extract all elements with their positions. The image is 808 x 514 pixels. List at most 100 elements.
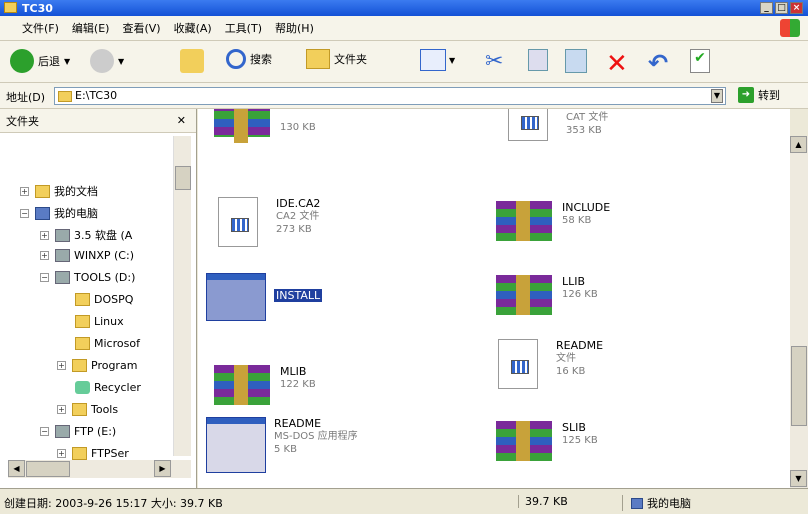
copy-icon	[528, 49, 548, 71]
up-folder-button[interactable]	[180, 49, 204, 73]
archive-icon	[496, 201, 552, 241]
chevron-down-icon: ▼	[64, 56, 71, 66]
back-button[interactable]: 后退 ▼	[10, 49, 70, 73]
tree-node-microsoft[interactable]: Microsof	[75, 337, 140, 350]
expand-icon[interactable]: +	[20, 186, 29, 196]
menu-tools[interactable]: 工具(T)	[225, 20, 262, 36]
collapse-icon[interactable]: −	[20, 208, 29, 218]
address-input[interactable]: E:\TC30 ▼	[54, 87, 726, 105]
file-item-readme-exe[interactable]: README MS-DOS 应用程序 5 KB	[206, 417, 358, 473]
folders-button[interactable]: 文件夹	[306, 49, 367, 69]
file-list-vertical-scrollbar[interactable]: ▲ ▼	[790, 136, 808, 488]
tree-node-program[interactable]: + Program	[57, 359, 137, 372]
toolbar: 后退 ▼ ▼ 搜索 文件夹 ▼ ✂ ✕ ↶ ✔	[0, 41, 808, 83]
file-item[interactable]: CAT 文件 353 KB	[498, 109, 608, 141]
menu-help[interactable]: 帮助(H)	[275, 20, 314, 36]
expand-icon[interactable]: +	[57, 405, 66, 414]
tree-node-tools[interactable]: + Tools	[57, 403, 118, 416]
menu-file[interactable]: 文件(F)	[22, 20, 59, 36]
chevron-down-icon: ▼	[449, 55, 456, 65]
go-button[interactable]: ➜ 转到	[738, 87, 780, 103]
paste-button[interactable]	[565, 49, 587, 73]
folder-pane-title: 文件夹	[6, 114, 39, 128]
file-item-slib[interactable]: SLIB 125 KB	[496, 421, 598, 461]
tree-node-linux[interactable]: Linux	[75, 315, 124, 328]
file-list-pane: 130 KB CAT 文件 353 KB IDE.CA2 CA2 文件 273 KB …	[198, 109, 790, 488]
file-item-mlib[interactable]: MLIB 122 KB	[214, 365, 316, 405]
delete-button[interactable]: ✕	[606, 49, 628, 79]
copy-button[interactable]	[528, 49, 548, 71]
folder-icon	[306, 49, 330, 69]
close-pane-button[interactable]: ✕	[177, 114, 186, 127]
go-arrow-icon: ➜	[738, 87, 754, 103]
menu-view[interactable]: 查看(V)	[122, 20, 160, 36]
tree-node-dospq[interactable]: DOSPQ	[75, 293, 133, 306]
expand-icon[interactable]: +	[40, 230, 49, 240]
status-size: 39.7 KB	[518, 495, 568, 508]
cut-button[interactable]: ✂	[485, 49, 503, 74]
scroll-thumb[interactable]	[175, 166, 191, 190]
minimize-button[interactable]: _	[760, 2, 773, 14]
scissors-icon: ✂	[485, 49, 504, 74]
file-item[interactable]: 130 KB	[214, 109, 316, 143]
address-label: 地址(D)	[6, 91, 46, 104]
tree-horizontal-scrollbar[interactable]: ◀ ▶	[8, 460, 191, 478]
scroll-up-button[interactable]: ▲	[790, 136, 807, 153]
scroll-thumb[interactable]	[791, 346, 807, 426]
scroll-left-button[interactable]: ◀	[8, 460, 25, 477]
folder-icon	[35, 184, 50, 198]
file-item-readme-text[interactable]: README 文件 16 KB	[488, 339, 603, 389]
document-icon	[218, 197, 258, 247]
drive-icon	[55, 425, 70, 438]
title-bar: TC30 _ □ ×	[0, 0, 808, 16]
properties-button[interactable]: ✔	[690, 49, 710, 73]
archive-icon	[496, 275, 552, 315]
undo-button[interactable]: ↶	[648, 49, 668, 77]
tree-node-drive-e[interactable]: − FTP (E:)	[40, 425, 116, 438]
folder-icon	[75, 315, 90, 328]
status-info: 创建日期: 2003-9-26 15:17 大小: 39.7 KB	[4, 497, 223, 510]
expand-icon[interactable]: +	[57, 449, 66, 458]
scroll-right-button[interactable]: ▶	[154, 460, 171, 477]
tree-node-drive-d[interactable]: − TOOLS (D:)	[40, 271, 135, 284]
file-item-install[interactable]: INSTALL	[206, 273, 323, 321]
up-arrow-icon	[180, 49, 204, 73]
forward-button[interactable]: ▼	[90, 49, 124, 73]
tree-node-my-computer[interactable]: − 我的电脑	[20, 205, 98, 221]
menu-edit[interactable]: 编辑(E)	[72, 20, 110, 36]
scroll-down-button[interactable]: ▼	[790, 470, 807, 487]
search-button[interactable]: 搜索	[226, 49, 272, 69]
application-icon	[206, 273, 266, 321]
file-item-include[interactable]: INCLUDE 58 KB	[496, 201, 610, 241]
delete-x-icon: ✕	[606, 49, 628, 79]
address-path: E:\TC30	[75, 89, 118, 102]
maximize-button[interactable]: □	[775, 2, 788, 14]
archive-icon	[214, 109, 270, 143]
tree-node-ftpser[interactable]: + FTPSer	[57, 447, 129, 460]
search-icon	[226, 49, 246, 69]
collapse-icon[interactable]: −	[40, 273, 49, 282]
folder-icon	[72, 359, 87, 372]
recycle-bin-icon	[75, 381, 90, 394]
tree-node-my-documents[interactable]: + 我的文档	[20, 183, 98, 199]
address-dropdown-button[interactable]: ▼	[711, 89, 723, 103]
collapse-icon[interactable]: −	[40, 427, 49, 436]
close-button[interactable]: ×	[790, 2, 803, 14]
window-title: TC30	[22, 1, 53, 15]
tree-node-floppy[interactable]: +3.5 软盘 (A	[40, 227, 132, 243]
views-icon	[420, 49, 446, 71]
expand-icon[interactable]: +	[40, 251, 49, 260]
tree-vertical-scrollbar[interactable]	[173, 136, 191, 456]
tree-node-recycler[interactable]: Recycler	[75, 381, 141, 394]
file-item-ide-ca2[interactable]: IDE.CA2 CA2 文件 273 KB	[208, 197, 320, 247]
computer-icon	[35, 206, 50, 220]
menu-favorites[interactable]: 收藏(A)	[174, 20, 212, 36]
views-button[interactable]: ▼	[420, 49, 455, 71]
tree-node-drive-c[interactable]: + WINXP (C:)	[40, 249, 134, 262]
scroll-thumb[interactable]	[26, 461, 70, 477]
file-item-llib[interactable]: LLIB 126 KB	[496, 275, 598, 315]
expand-icon[interactable]: +	[57, 361, 66, 370]
folder-icon	[72, 403, 87, 416]
folder-pane-header: 文件夹 ✕	[0, 109, 196, 133]
folder-icon	[75, 337, 90, 350]
